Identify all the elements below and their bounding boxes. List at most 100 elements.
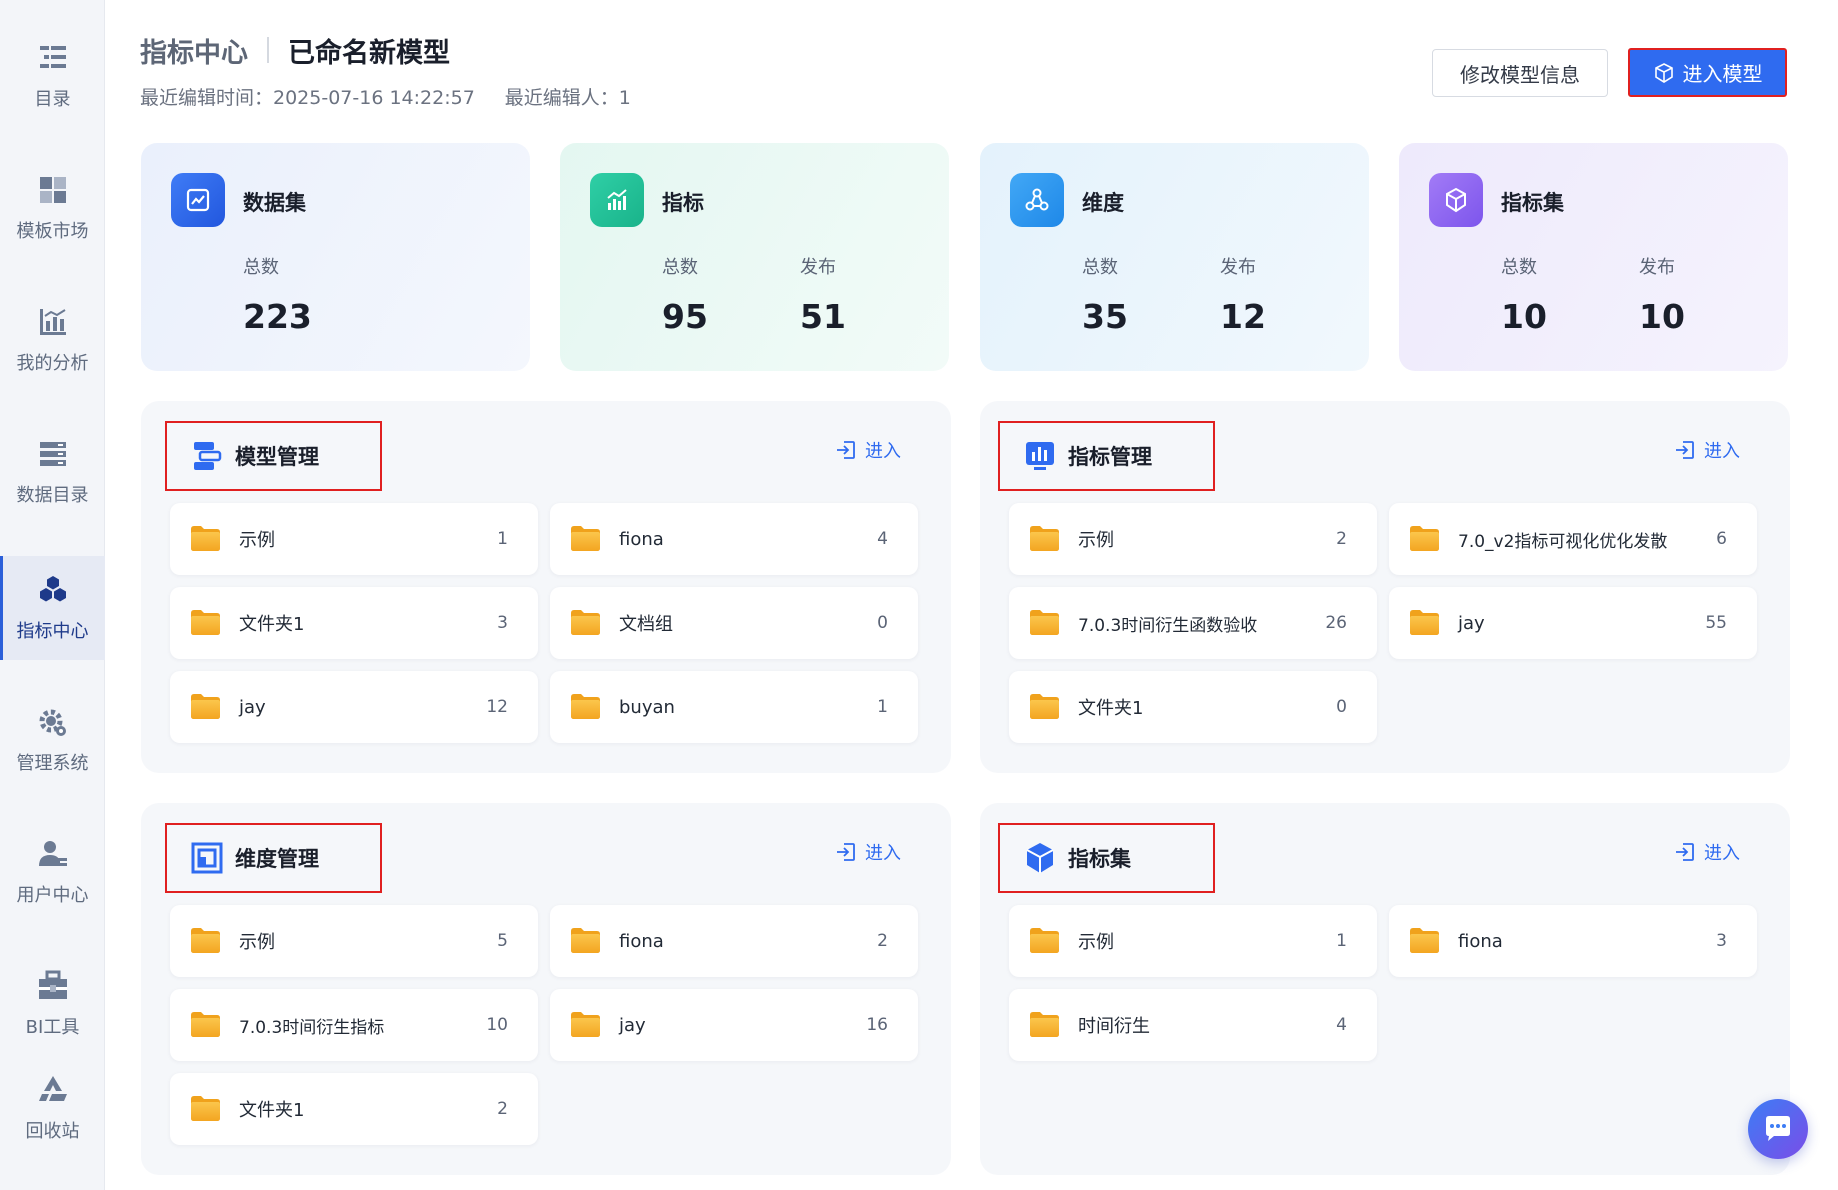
sidebar-item-data-catalog[interactable]: 数据目录: [0, 420, 105, 524]
folder-item[interactable]: 时间衍生 4: [1009, 989, 1377, 1061]
folder-name: 文件夹1: [1078, 698, 1144, 719]
folder-item[interactable]: jay 12: [170, 671, 538, 743]
folder-item[interactable]: 示例 1: [170, 503, 538, 575]
folder-count: 1: [1336, 931, 1347, 951]
folder-icon: [1409, 525, 1440, 552]
sidebar-item-label: 回收站: [25, 1121, 80, 1142]
enter-arrow-icon: [835, 841, 857, 863]
folder-icon: [1029, 693, 1060, 720]
enter-arrow-icon: [835, 439, 857, 461]
folder-item[interactable]: 文件夹1 3: [170, 587, 538, 659]
folder-item[interactable]: 文件夹1 0: [1009, 671, 1377, 743]
panel-model-management: 模型管理 进入 示例 1 fiona 4 文件夹1 3 文档组 0 jay 12 buya…: [141, 401, 951, 773]
chat-assistant-button[interactable]: [1748, 1099, 1808, 1159]
folder-count: 5: [497, 931, 508, 951]
edit-model-info-button[interactable]: 修改模型信息: [1432, 49, 1608, 97]
sidebar-item-recycle-bin[interactable]: 回收站: [0, 1056, 105, 1160]
folder-name: jay: [1458, 612, 1485, 634]
folder-count: 10: [486, 1015, 508, 1035]
metric-set-cube-icon: [1429, 173, 1483, 227]
page-title: 已命名新模型: [288, 37, 450, 69]
stat-card-metric[interactable]: 指标 总数 95 发布 51: [560, 143, 949, 371]
folder-item[interactable]: fiona 4: [550, 503, 918, 575]
folder-count: 2: [1336, 529, 1347, 549]
folder-name: 7.0.3时间衍生指标: [239, 1017, 385, 1038]
panel-title: 指标集: [1068, 847, 1131, 871]
cube-outline-icon: [1654, 62, 1673, 83]
sidebar-item-label: 目录: [34, 89, 71, 110]
folder-name: jay: [239, 696, 266, 718]
stat-published-label: 发布: [1220, 257, 1256, 278]
sidebar: 目录 模板市场 我的分析 数据目录 指标中心 管理系统 用户中心 BI工具 回收…: [0, 0, 105, 1190]
catalog-icon: [36, 41, 70, 75]
folder-icon: [1029, 927, 1060, 954]
panel-header: 模型管理: [165, 421, 382, 491]
folder-icon: [1409, 609, 1440, 636]
breadcrumb-separator: [267, 37, 269, 63]
folder-item[interactable]: 7.0.3时间衍生函数验收 26: [1009, 587, 1377, 659]
folder-item[interactable]: 文档组 0: [550, 587, 918, 659]
sidebar-item-label: 指标中心: [16, 621, 89, 642]
sidebar-item-bi-tool[interactable]: BI工具: [0, 952, 105, 1056]
stat-total: 总数 223: [243, 253, 312, 336]
folder-icon: [570, 1011, 601, 1038]
breadcrumb-root[interactable]: 指标中心: [140, 31, 248, 70]
folder-icon: [1029, 525, 1060, 552]
folder-count: 3: [497, 613, 508, 633]
enter-link-metric-set[interactable]: 进入: [1674, 839, 1740, 865]
bi-tool-icon: [36, 969, 70, 1003]
enter-label: 进入: [1704, 843, 1740, 864]
folder-name: 7.0_v2指标可视化优化发散: [1458, 531, 1668, 552]
stat-title: 维度: [1082, 191, 1124, 215]
enter-link-dimension[interactable]: 进入: [835, 839, 901, 865]
metric-center-icon: [36, 573, 70, 607]
folder-name: 示例: [1078, 932, 1114, 953]
folder-item[interactable]: 示例 5: [170, 905, 538, 977]
folder-count: 26: [1325, 613, 1347, 633]
stat-card-dimension[interactable]: 维度 总数 35 发布 12: [980, 143, 1369, 371]
enter-link-model[interactable]: 进入: [835, 437, 901, 463]
panel-title: 维度管理: [235, 847, 319, 871]
sidebar-item-user-center[interactable]: 用户中心: [0, 820, 105, 924]
sidebar-item-label: 模板市场: [16, 221, 89, 242]
folder-item[interactable]: 示例 1: [1009, 905, 1377, 977]
stat-card-metric-set[interactable]: 指标集 总数 10 发布 10: [1399, 143, 1788, 371]
panel-title: 指标管理: [1068, 445, 1152, 469]
folder-item[interactable]: fiona 3: [1389, 905, 1757, 977]
stat-total-value: 95: [662, 297, 708, 336]
sidebar-item-label: 管理系统: [16, 753, 89, 774]
enter-model-button[interactable]: 进入模型: [1628, 48, 1787, 97]
folder-icon: [570, 693, 601, 720]
user-icon: [36, 837, 70, 871]
folder-item[interactable]: 7.0_v2指标可视化优化发散 6: [1389, 503, 1757, 575]
stat-title: 指标集: [1501, 191, 1564, 215]
sidebar-item-catalog[interactable]: 目录: [0, 24, 105, 128]
stat-total: 总数 35: [1082, 253, 1128, 336]
enter-link-metric[interactable]: 进入: [1674, 437, 1740, 463]
folder-item[interactable]: jay 55: [1389, 587, 1757, 659]
folder-name: fiona: [1458, 930, 1503, 952]
analysis-icon: [36, 305, 70, 339]
sidebar-item-metric-center[interactable]: 指标中心: [0, 556, 105, 660]
folder-item[interactable]: 文件夹1 2: [170, 1073, 538, 1145]
folder-item[interactable]: 7.0.3时间衍生指标 10: [170, 989, 538, 1061]
stat-card-dataset[interactable]: 数据集 总数 223: [141, 143, 530, 371]
sidebar-item-admin[interactable]: 管理系统: [0, 688, 105, 792]
chat-bubble-icon: [1766, 1116, 1790, 1141]
folder-item[interactable]: 示例 2: [1009, 503, 1377, 575]
folder-count: 1: [497, 529, 508, 549]
sidebar-item-label: 我的分析: [16, 353, 89, 374]
stat-total-value: 223: [243, 297, 312, 336]
sidebar-item-my-analysis[interactable]: 我的分析: [0, 288, 105, 392]
stat-total-label: 总数: [1501, 257, 1537, 278]
sidebar-item-template-market[interactable]: 模板市场: [0, 156, 105, 260]
enter-label: 进入: [865, 441, 901, 462]
folder-name: 示例: [239, 932, 275, 953]
folder-item[interactable]: jay 16: [550, 989, 918, 1061]
folder-count: 2: [877, 931, 888, 951]
panel-metric-management: 指标管理 进入 示例 2 7.0_v2指标可视化优化发散 6 7.0.3时间衍生函数…: [980, 401, 1790, 773]
folder-icon: [190, 1011, 221, 1038]
folder-item[interactable]: fiona 2: [550, 905, 918, 977]
folder-icon: [570, 609, 601, 636]
folder-item[interactable]: buyan 1: [550, 671, 918, 743]
